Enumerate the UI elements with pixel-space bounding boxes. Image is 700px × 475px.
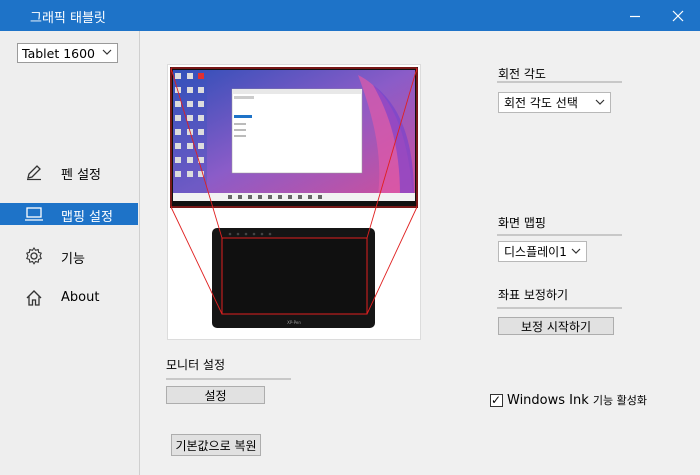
restore-defaults-button[interactable]: 기본값으로 복원 bbox=[171, 434, 261, 456]
main-panel: XP-Pen 회전 각도 회전 각도 선택 화면 맵핑 디스플레이1 좌표 보정… bbox=[141, 31, 700, 475]
preview-app-window bbox=[231, 88, 363, 174]
window-title: 그래픽 태블릿 bbox=[30, 11, 106, 26]
divider bbox=[497, 307, 622, 309]
rotation-select[interactable]: 회전 각도 선택 bbox=[498, 92, 611, 113]
mapping-preview: XP-Pen bbox=[167, 64, 421, 340]
sidebar-item-label: 펜 설정 bbox=[61, 168, 102, 183]
sidebar-item-functions[interactable]: 기능 bbox=[0, 245, 138, 267]
checkmark-icon: ✓ bbox=[491, 392, 502, 407]
divider bbox=[497, 81, 622, 83]
display-select[interactable]: 디스플레이1 bbox=[498, 241, 587, 262]
title-bar: 그래픽 태블릿 bbox=[0, 0, 700, 31]
minimize-icon bbox=[630, 15, 640, 17]
sidebar-item-label: 맵핑 설정 bbox=[61, 210, 113, 225]
windows-ink-label-suffix: 기능 활성화 bbox=[592, 394, 648, 407]
sidebar-item-mapping-settings[interactable]: 맵핑 설정 bbox=[0, 203, 138, 225]
sidebar-item-about[interactable]: About bbox=[0, 287, 138, 309]
windows-ink-option[interactable]: ✓ Windows Ink 기능 활성화 bbox=[490, 392, 647, 408]
divider bbox=[497, 234, 622, 236]
windows-ink-label: Windows Ink 기능 활성화 bbox=[507, 392, 647, 408]
screen-mapping-label: 화면 맵핑 bbox=[498, 216, 546, 230]
monitor-settings-button[interactable]: 설정 bbox=[166, 386, 265, 404]
start-calibration-button[interactable]: 보정 시작하기 bbox=[498, 317, 614, 335]
sidebar-item-pen-settings[interactable]: 펜 설정 bbox=[0, 161, 138, 183]
chevron-down-icon bbox=[102, 49, 112, 55]
device-select-value: Tablet 1600 bbox=[22, 45, 96, 61]
sidebar: Tablet 1600 펜 설정 맵핑 설정 기능 About bbox=[0, 31, 140, 475]
pen-icon bbox=[27, 165, 41, 181]
tablet-active-area bbox=[221, 237, 368, 315]
rotation-select-value: 회전 각도 선택 bbox=[504, 96, 578, 110]
home-icon bbox=[26, 290, 42, 306]
windows-ink-checkbox[interactable]: ✓ bbox=[490, 392, 503, 407]
sidebar-item-label: 기능 bbox=[61, 252, 85, 267]
chevron-down-icon bbox=[571, 248, 581, 254]
divider bbox=[166, 378, 291, 380]
calibration-label: 좌표 보정하기 bbox=[498, 288, 569, 302]
rotation-label: 회전 각도 bbox=[498, 67, 546, 81]
windows-ink-label-text: Windows Ink bbox=[507, 393, 589, 408]
monitor-icon bbox=[25, 207, 43, 221]
sidebar-item-label: About bbox=[61, 290, 100, 305]
mapping-preview-graphic: XP-Pen bbox=[170, 67, 418, 328]
tablet-brand-logo: XP-Pen bbox=[287, 320, 301, 325]
chevron-down-icon bbox=[595, 99, 605, 105]
device-select[interactable]: Tablet 1600 bbox=[17, 43, 118, 63]
close-icon bbox=[672, 10, 684, 21]
close-button[interactable] bbox=[655, 0, 700, 31]
gear-icon bbox=[26, 246, 42, 265]
display-select-value: 디스플레이1 bbox=[504, 245, 567, 259]
minimize-button[interactable] bbox=[612, 0, 658, 31]
monitor-settings-label: 모니터 설정 bbox=[166, 358, 226, 372]
